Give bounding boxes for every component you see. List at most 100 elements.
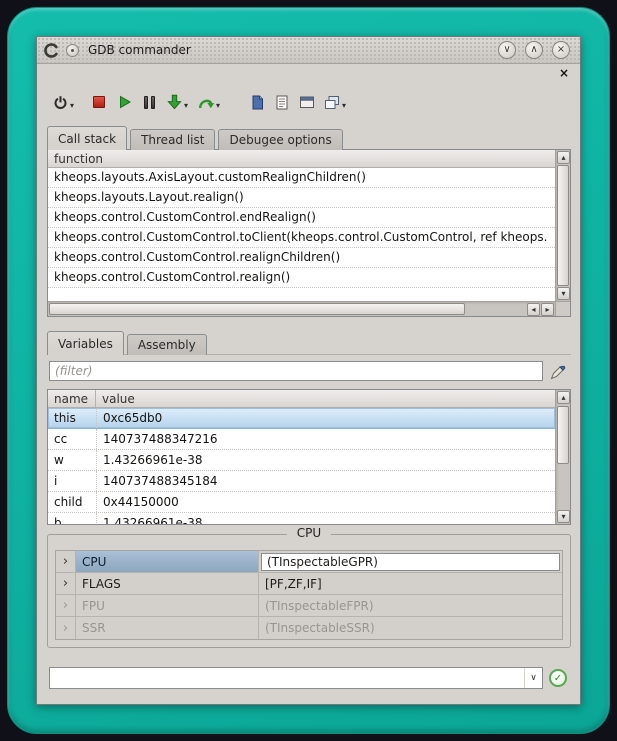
call-stack-row[interactable]: kheops.control.CustomControl.toClient(kh…: [48, 228, 555, 248]
scroll-left-icon[interactable]: ◂: [527, 303, 540, 316]
cpu-row-name[interactable]: SSR: [76, 617, 259, 639]
variable-value: 140737488345184: [96, 471, 555, 491]
call-stack-column-header[interactable]: function: [48, 150, 555, 168]
variable-name: i: [48, 471, 96, 491]
app-menu-icon[interactable]: [43, 42, 60, 59]
variable-name: cc: [48, 429, 96, 449]
cpu-value-field[interactable]: (TInspectableGPR): [261, 553, 560, 571]
call-stack-list: function kheops.layouts.AxisLayout.custo…: [47, 149, 571, 317]
debug-toolbar: ▾ ▾ ▾: [51, 87, 348, 117]
run-button[interactable]: [115, 91, 133, 113]
expander-icon[interactable]: ›: [56, 617, 76, 639]
tab-call-stack[interactable]: Call stack: [47, 126, 127, 150]
document-button[interactable]: [248, 91, 266, 113]
call-stack-row[interactable]: kheops.layouts.AxisLayout.customRealignC…: [48, 168, 555, 188]
cpu-groupbox: CPU › CPU (TInspectableGPR) › FLAGS [PF,…: [47, 534, 571, 648]
variables-row[interactable]: cc 140737488347216: [48, 429, 555, 450]
dock-close-icon[interactable]: ×: [557, 67, 571, 81]
run-icon: [118, 95, 131, 109]
tab-thread-list[interactable]: Thread list: [130, 129, 215, 150]
variables-vertical-scrollbar[interactable]: ▴ ▾: [555, 390, 570, 524]
call-stack-row[interactable]: kheops.layouts.Layout.realign(): [48, 188, 555, 208]
variable-name: w: [48, 450, 96, 470]
expander-icon[interactable]: ›: [56, 551, 76, 572]
filter-options-button[interactable]: [548, 362, 567, 381]
titlebar[interactable]: GDB commander ∨ ∧ ×: [37, 37, 580, 64]
cpu-row[interactable]: › FPU (TInspectableFPR): [56, 595, 562, 617]
call-stack-row[interactable]: kheops.control.CustomControl.endRealign(…: [48, 208, 555, 228]
shade-button[interactable]: ∨: [498, 41, 516, 59]
step-dropdown[interactable]: ▾: [184, 101, 188, 110]
close-button[interactable]: ×: [552, 41, 570, 59]
mid-tabbar: Variables Assembly: [47, 331, 210, 355]
continue-button[interactable]: [197, 91, 215, 113]
cpu-inspector-table: › CPU (TInspectableGPR) › FLAGS [PF,ZF,I…: [55, 550, 563, 640]
power-dropdown[interactable]: ▾: [70, 101, 74, 110]
tab-variables[interactable]: Variables: [47, 331, 124, 355]
top-tabbar: Call stack Thread list Debugee options: [47, 126, 346, 150]
call-stack-vertical-scrollbar[interactable]: ▴ ▾: [555, 150, 570, 301]
variables-table: name value this 0xc65db0 cc 140737488347…: [47, 389, 571, 525]
scroll-down-icon[interactable]: ▾: [557, 287, 570, 300]
call-stack-row[interactable]: kheops.control.CustomControl.realignChil…: [48, 248, 555, 268]
send-command-button[interactable]: ✓: [549, 669, 567, 687]
expander-icon[interactable]: ›: [56, 573, 76, 594]
gdb-commander-window: GDB commander ∨ ∧ × × ▾: [36, 36, 581, 705]
restore-button[interactable]: ∧: [525, 41, 543, 59]
continue-icon: [197, 95, 215, 110]
text-list-button[interactable]: [273, 91, 291, 113]
scrollbar-thumb[interactable]: [49, 303, 465, 315]
scroll-up-icon[interactable]: ▴: [557, 391, 570, 404]
column-header-name[interactable]: name: [48, 390, 96, 407]
filter-input[interactable]: [49, 361, 543, 381]
scrollbar-thumb[interactable]: [557, 406, 569, 464]
cpu-row-value: (TInspectableFPR): [259, 595, 562, 616]
variable-name: child: [48, 492, 96, 512]
cpu-row-name[interactable]: FLAGS: [76, 573, 259, 594]
cpu-row[interactable]: › FLAGS [PF,ZF,IF]: [56, 573, 562, 595]
power-icon: [53, 95, 68, 110]
variables-row[interactable]: i 140737488345184: [48, 471, 555, 492]
variables-row[interactable]: child 0x44150000: [48, 492, 555, 513]
tab-debugee-options[interactable]: Debugee options: [218, 129, 342, 150]
call-stack-row[interactable]: kheops.control.CustomControl.realign(): [48, 268, 555, 288]
cpu-row-value: (TInspectableGPR): [259, 551, 562, 572]
tab-assembly[interactable]: Assembly: [127, 334, 207, 355]
combo-dropdown-icon[interactable]: ∨: [524, 668, 542, 688]
scrollbar-thumb[interactable]: [557, 165, 569, 286]
text-list-icon: [275, 95, 289, 110]
windows-stack-dropdown[interactable]: ▾: [342, 101, 346, 110]
scroll-up-icon[interactable]: ▴: [557, 151, 570, 164]
window-view-button[interactable]: [298, 91, 316, 113]
scroll-right-icon[interactable]: ▸: [541, 303, 554, 316]
stop-button[interactable]: [90, 91, 108, 113]
scroll-down-icon[interactable]: ▾: [557, 510, 570, 523]
cpu-row[interactable]: › CPU (TInspectableGPR): [56, 551, 562, 573]
power-button[interactable]: [51, 91, 69, 113]
column-header-value[interactable]: value: [96, 390, 555, 407]
variables-row[interactable]: this 0xc65db0: [48, 408, 555, 429]
cpu-row-name[interactable]: FPU: [76, 595, 259, 616]
step-button[interactable]: [165, 91, 183, 113]
variable-value: 0x44150000: [96, 492, 555, 512]
cpu-row[interactable]: › SSR (TInspectableSSR): [56, 617, 562, 639]
command-input[interactable]: [50, 668, 524, 688]
call-stack-horizontal-scrollbar[interactable]: ◂ ▸: [48, 301, 555, 316]
cpu-group-title: CPU: [287, 526, 331, 540]
variable-value: 1.43266961e-38: [96, 513, 555, 525]
continue-dropdown[interactable]: ▾: [216, 101, 220, 110]
gdb-command-combobox: ∨: [49, 667, 543, 689]
cpu-row-name[interactable]: CPU: [76, 551, 259, 572]
pause-button[interactable]: [140, 91, 158, 113]
scrollbar-corner: [555, 301, 570, 316]
windows-stack-icon: [324, 95, 340, 110]
variables-header: name value: [48, 390, 555, 408]
windows-stack-button[interactable]: [323, 91, 341, 113]
cpu-row-value: (TInspectableSSR): [259, 617, 562, 639]
variables-row[interactable]: w 1.43266961e-38: [48, 450, 555, 471]
sticky-button[interactable]: [66, 44, 79, 57]
variable-name: b: [48, 513, 96, 525]
expander-icon[interactable]: ›: [56, 595, 76, 616]
variables-row[interactable]: b 1.43266961e-38: [48, 513, 555, 525]
stop-icon: [93, 96, 105, 108]
